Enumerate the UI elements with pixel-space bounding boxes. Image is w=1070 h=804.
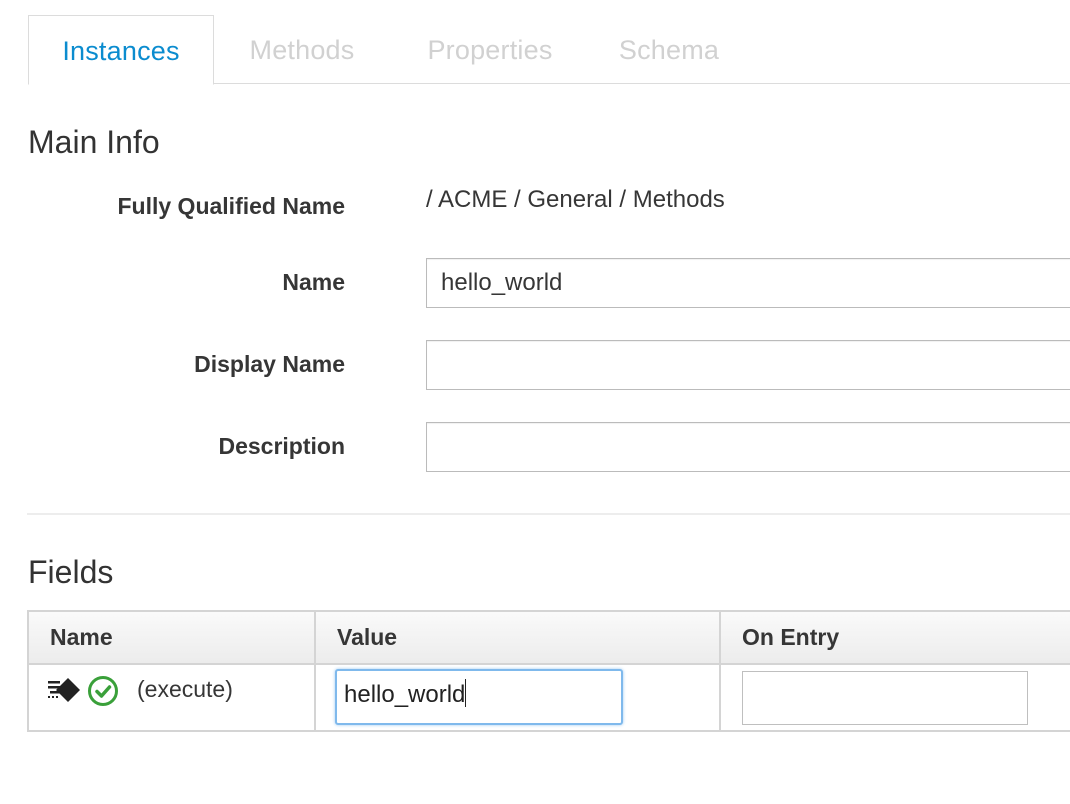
fully-qualified-name-value: / ACME / General / Methods bbox=[426, 186, 725, 213]
field-value-input[interactable]: hello_world bbox=[335, 669, 623, 725]
name-input[interactable] bbox=[426, 258, 1070, 308]
display-name-label: Display Name bbox=[194, 351, 345, 377]
table-header-row: Name Value On Entry bbox=[27, 610, 1070, 665]
fields-heading: Fields bbox=[28, 554, 114, 590]
tab-bar: Instances Methods Properties Schema bbox=[0, 0, 1070, 85]
section-divider bbox=[27, 513, 1070, 515]
column-header-on-entry: On Entry bbox=[719, 610, 1070, 665]
tab-schema[interactable]: Schema bbox=[604, 15, 734, 84]
method-icon bbox=[48, 677, 82, 705]
field-name: (execute) bbox=[137, 675, 233, 702]
description-input[interactable] bbox=[426, 422, 1070, 472]
table-row: (execute) hello_world bbox=[27, 663, 1070, 732]
tab-properties[interactable]: Properties bbox=[410, 15, 570, 84]
name-cell: (execute) bbox=[27, 663, 316, 732]
display-name-input[interactable] bbox=[426, 340, 1070, 390]
tab-methods[interactable]: Methods bbox=[232, 15, 372, 84]
tab-instances[interactable]: Instances bbox=[28, 15, 214, 85]
fields-table: Name Value On Entry (execute) hello_worl… bbox=[27, 610, 1070, 732]
value-cell: hello_world bbox=[314, 663, 721, 732]
check-circle-icon bbox=[87, 675, 119, 707]
on-entry-cell bbox=[719, 663, 1070, 732]
column-header-value: Value bbox=[314, 610, 721, 665]
field-value-text: hello_world bbox=[344, 681, 466, 708]
main-info-heading: Main Info bbox=[28, 124, 160, 160]
fully-qualified-name-label: Fully Qualified Name bbox=[117, 193, 346, 219]
description-label: Description bbox=[218, 433, 345, 459]
column-header-name: Name bbox=[27, 610, 316, 665]
on-entry-input[interactable] bbox=[742, 671, 1028, 725]
text-caret bbox=[465, 679, 467, 707]
name-label: Name bbox=[282, 269, 345, 295]
